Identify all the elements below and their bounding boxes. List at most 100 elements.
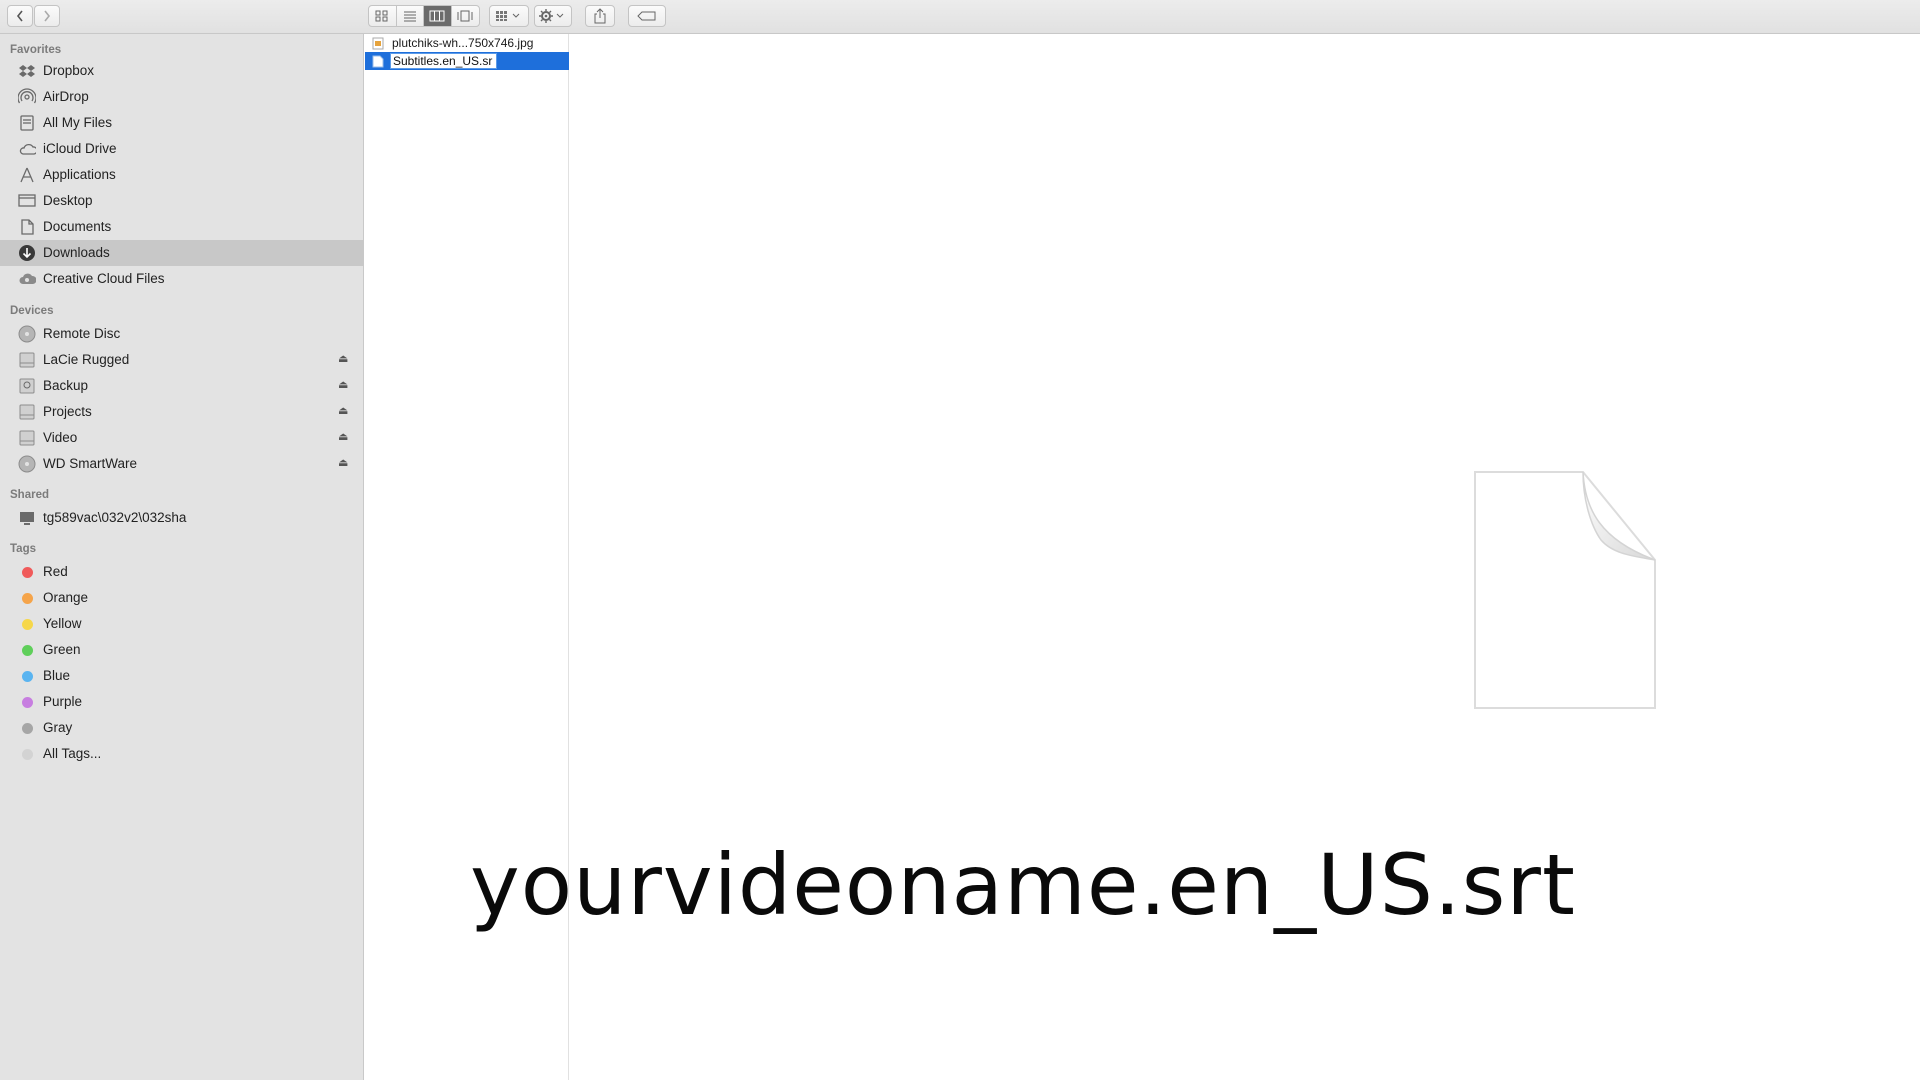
sidebar-item-remote-disc[interactable]: Remote Disc — [0, 321, 364, 347]
sidebar-item-documents[interactable]: Documents — [0, 214, 364, 240]
desktop-icon — [18, 192, 36, 210]
sidebar-item-label: WD SmartWare — [43, 456, 137, 471]
sidebar-item-video[interactable]: Video ⏏ — [0, 425, 364, 451]
sidebar-item-label: Blue — [43, 668, 71, 683]
sidebar-item-blue[interactable]: Blue — [0, 663, 364, 689]
tag-color-dot-icon — [18, 719, 36, 737]
creative-cloud-icon — [18, 270, 36, 288]
sidebar-item-label: All My Files — [43, 115, 113, 130]
tags-section-title: Tags — [10, 543, 36, 555]
disc-icon — [18, 325, 36, 343]
sidebar-item-label: Downloads — [43, 245, 110, 260]
image-file-icon — [372, 37, 384, 50]
tag-dot — [21, 722, 33, 734]
sidebar-item-dropbox[interactable]: Dropbox — [0, 58, 364, 84]
cover-flow-view-icon — [457, 10, 473, 22]
finder-toolbar — [0, 0, 1920, 34]
sidebar-item-all-my-files[interactable]: All My Files — [0, 110, 364, 136]
sidebar-item-label: Dropbox — [43, 63, 95, 78]
arrange-button[interactable] — [489, 5, 529, 27]
list-view-button[interactable] — [397, 6, 424, 26]
sidebar-item-creative-cloud-files[interactable]: Creative Cloud Files — [0, 266, 364, 292]
sidebar-item-icloud-drive[interactable]: iCloud Drive — [0, 136, 364, 162]
rename-input[interactable]: Subtitles.en_US.sr — [390, 53, 497, 69]
icon-view-icon — [375, 10, 388, 22]
tag-color-dot-icon — [18, 693, 36, 711]
sidebar-item-all-tags[interactable]: All Tags... — [0, 741, 364, 767]
sidebar-item-red[interactable]: Red — [0, 559, 364, 585]
sidebar-item-label: Yellow — [43, 616, 82, 631]
tag-button[interactable] — [628, 5, 666, 27]
eject-icon[interactable]: ⏏ — [338, 404, 348, 417]
sidebar-item-label: Gray — [43, 720, 73, 735]
file-row[interactable]: plutchiks-wh...750x746.jpg — [365, 34, 569, 52]
sidebar-item-applications[interactable]: Applications — [0, 162, 364, 188]
drive-icon — [18, 351, 36, 369]
sidebar-item-gray[interactable]: Gray — [0, 715, 364, 741]
document-file-icon — [372, 55, 384, 68]
file-row[interactable]: Subtitles.en_US.sr — [365, 52, 569, 70]
forward-button[interactable] — [34, 5, 60, 27]
tag-color-dot-icon — [18, 563, 36, 581]
sidebar-item-yellow[interactable]: Yellow — [0, 611, 364, 637]
all-files-icon — [18, 114, 36, 132]
chevron-left-icon — [16, 10, 23, 22]
column-view-button[interactable] — [424, 6, 452, 26]
sidebar-item-lacie-rugged[interactable]: LaCie Rugged ⏏ — [0, 347, 364, 373]
cover-flow-view-button[interactable] — [452, 6, 479, 26]
column-view-icon — [429, 10, 445, 22]
back-button[interactable] — [7, 5, 33, 27]
sidebar-item-wd-smartware[interactable]: WD SmartWare ⏏ — [0, 451, 364, 477]
sidebar-item-orange[interactable]: Orange — [0, 585, 364, 611]
backup-drive-icon — [18, 377, 36, 395]
chevron-right-icon — [44, 10, 51, 22]
sidebar-item-label: Projects — [43, 404, 92, 419]
applications-icon — [18, 166, 36, 184]
drive-icon — [18, 403, 36, 421]
tag-icon — [637, 11, 656, 21]
sidebar-item-desktop[interactable]: Desktop — [0, 188, 364, 214]
eject-icon[interactable]: ⏏ — [338, 378, 348, 391]
tag-dot — [21, 696, 33, 708]
sidebar-item-purple[interactable]: Purple — [0, 689, 364, 715]
sidebar-item-green[interactable]: Green — [0, 637, 364, 663]
sidebar-item-label: Video — [43, 430, 78, 445]
sidebar-item-backup[interactable]: Backup ⏏ — [0, 373, 364, 399]
view-mode-segmented-control — [368, 5, 480, 27]
sidebar-item-label: LaCie Rugged — [43, 352, 130, 367]
tag-color-dot-icon — [18, 745, 36, 763]
sidebar-item-label: All Tags... — [43, 746, 102, 761]
tag-color-dot-icon — [18, 641, 36, 659]
eject-icon[interactable]: ⏏ — [338, 456, 348, 469]
drive-icon — [18, 429, 36, 447]
icon-view-button[interactable] — [369, 6, 397, 26]
sidebar-item-label: tg589vac\032v2\032sha — [43, 510, 187, 525]
share-icon — [594, 8, 606, 24]
sidebar-item-downloads[interactable]: Downloads — [0, 240, 364, 266]
eject-icon[interactable]: ⏏ — [338, 352, 348, 365]
tag-dot — [21, 618, 33, 630]
sidebar-item-label: Green — [43, 642, 81, 657]
share-button[interactable] — [585, 5, 615, 27]
favorites-section-title: Favorites — [10, 44, 62, 56]
sidebar-item-label: Documents — [43, 219, 112, 234]
sidebar-item-label: Applications — [43, 167, 116, 182]
sidebar: Favorites Devices Shared Tags Dropbox Air… — [0, 34, 364, 1080]
sidebar-item-label: AirDrop — [43, 89, 89, 104]
cloud-icon — [18, 140, 36, 158]
sidebar-item-label: Red — [43, 564, 68, 579]
action-button[interactable] — [534, 5, 572, 27]
eject-icon[interactable]: ⏏ — [338, 430, 348, 443]
documents-icon — [18, 218, 36, 236]
tag-dot — [21, 748, 33, 760]
sidebar-item-label: Desktop — [43, 193, 93, 208]
sidebar-item-airdrop[interactable]: AirDrop — [0, 84, 364, 110]
tag-color-dot-icon — [18, 589, 36, 607]
airdrop-icon — [18, 88, 36, 106]
shared-section-title: Shared — [10, 489, 49, 501]
gear-icon — [539, 9, 564, 23]
tag-dot — [21, 670, 33, 682]
sidebar-item-tg589vac-032v2-032sha[interactable]: tg589vac\032v2\032sha — [0, 505, 364, 531]
sidebar-item-projects[interactable]: Projects ⏏ — [0, 399, 364, 425]
sidebar-item-label: Purple — [43, 694, 83, 709]
